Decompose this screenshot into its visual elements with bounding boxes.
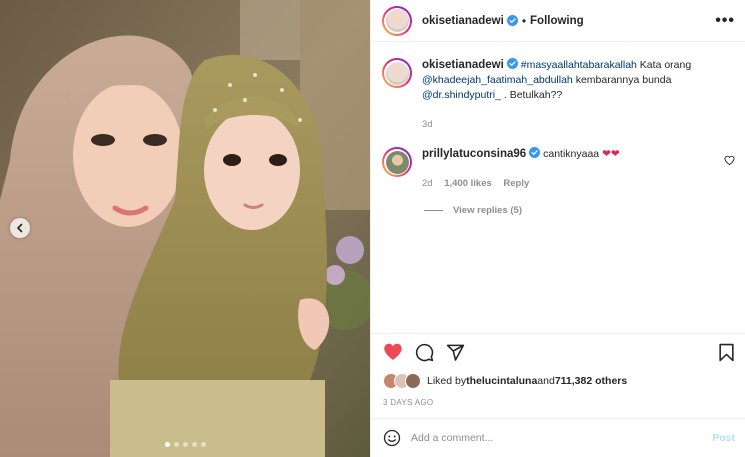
caption-age[interactable]: 3d bbox=[422, 119, 433, 130]
carousel-dot bbox=[164, 442, 170, 447]
view-replies-label: View replies (5) bbox=[453, 205, 522, 216]
carousel-indicator bbox=[0, 442, 370, 447]
comments-list[interactable]: okisetianadewi #masyaallahtabarakallah K… bbox=[371, 43, 745, 333]
comment-age[interactable]: 2d bbox=[422, 178, 433, 189]
verified-badge-icon bbox=[506, 15, 518, 26]
replies-divider-line bbox=[424, 210, 443, 211]
caption-hashtag[interactable]: #masyaallahtabarakallah bbox=[521, 59, 637, 71]
photo-illustration bbox=[0, 0, 370, 457]
like-heart-icon[interactable] bbox=[383, 342, 403, 362]
comment-body: cantiknyaaa bbox=[543, 148, 600, 160]
likes-middle: and bbox=[537, 375, 555, 387]
carousel-prev-button[interactable] bbox=[10, 218, 30, 238]
post-comment-button[interactable]: Post bbox=[712, 432, 735, 444]
emoji-smiley-icon[interactable] bbox=[383, 429, 401, 447]
instagram-post-modal: okisetianadewi • Following ••• okisetian… bbox=[0, 0, 745, 457]
view-replies-button[interactable]: View replies (5) bbox=[424, 205, 735, 216]
share-paper-plane-icon[interactable] bbox=[446, 343, 465, 362]
chevron-left-icon bbox=[17, 223, 23, 233]
add-comment-bar: Post bbox=[371, 418, 745, 457]
caption-avatar[interactable] bbox=[382, 58, 412, 88]
post-side-panel: okisetianadewi • Following ••• okisetian… bbox=[370, 0, 745, 457]
comment-emoji: ❤❤ bbox=[602, 148, 620, 160]
caption-mention-1[interactable]: @khadeejah_faatimah_abdullah bbox=[422, 74, 573, 86]
carousel-dot bbox=[191, 442, 197, 447]
post-header: okisetianadewi • Following ••• bbox=[371, 0, 745, 42]
action-icons-bar bbox=[383, 334, 735, 370]
header-separator: • bbox=[521, 13, 527, 28]
comment-likes[interactable]: 1,400 likes bbox=[444, 178, 492, 189]
verified-badge-icon bbox=[529, 147, 541, 158]
author-avatar[interactable] bbox=[382, 5, 412, 36]
caption-text: okisetianadewi #masyaallahtabarakallah K… bbox=[422, 58, 735, 132]
comment-text: prillylatuconsina96 cantiknyaaa ❤❤ 2d 1,… bbox=[422, 147, 718, 191]
author-username[interactable]: okisetianadewi bbox=[422, 15, 504, 27]
post-photo[interactable] bbox=[0, 0, 370, 457]
add-comment-input[interactable] bbox=[411, 432, 713, 444]
comment-row: prillylatuconsina96 cantiknyaaa ❤❤ 2d 1,… bbox=[382, 147, 735, 191]
post-actions: Liked by thelucintaluna and 711,382 othe… bbox=[371, 333, 745, 407]
verified-badge-icon bbox=[506, 58, 518, 69]
liker-username[interactable]: thelucintaluna bbox=[466, 375, 537, 387]
likers-avatar-stack[interactable] bbox=[383, 373, 421, 389]
caption-mention-2[interactable]: @dr.shindyputri_ bbox=[422, 89, 501, 101]
save-bookmark-icon[interactable] bbox=[718, 343, 735, 362]
carousel-dot bbox=[182, 442, 188, 447]
comment-like-heart-icon[interactable] bbox=[724, 155, 735, 166]
carousel-dot bbox=[200, 442, 206, 447]
caption-text-2: kembarannya bunda bbox=[572, 74, 672, 86]
carousel-dot bbox=[173, 442, 179, 447]
comment-bubble-icon[interactable] bbox=[415, 343, 434, 362]
caption-text-3: . Betulkah?? bbox=[500, 89, 563, 101]
caption-username[interactable]: okisetianadewi bbox=[422, 59, 504, 71]
caption-text-1: Kata orang bbox=[636, 59, 692, 71]
comment-meta: 2d 1,400 likes Reply bbox=[422, 176, 718, 191]
likes-count[interactable]: 711,382 others bbox=[555, 375, 627, 387]
caption-row: okisetianadewi #masyaallahtabarakallah K… bbox=[382, 58, 735, 132]
reply-button[interactable]: Reply bbox=[503, 178, 529, 189]
post-timestamp[interactable]: 3 DAYS AGO bbox=[383, 398, 735, 407]
commenter-avatar[interactable] bbox=[382, 147, 412, 177]
likes-prefix: Liked by bbox=[427, 375, 467, 387]
following-button[interactable]: Following bbox=[530, 15, 584, 27]
likes-summary: Liked by thelucintaluna and 711,382 othe… bbox=[383, 370, 735, 392]
more-options-icon[interactable]: ••• bbox=[715, 12, 735, 28]
commenter-username[interactable]: prillylatuconsina96 bbox=[422, 148, 526, 160]
caption-meta: 3d bbox=[422, 117, 735, 132]
liker-avatar bbox=[405, 373, 421, 389]
